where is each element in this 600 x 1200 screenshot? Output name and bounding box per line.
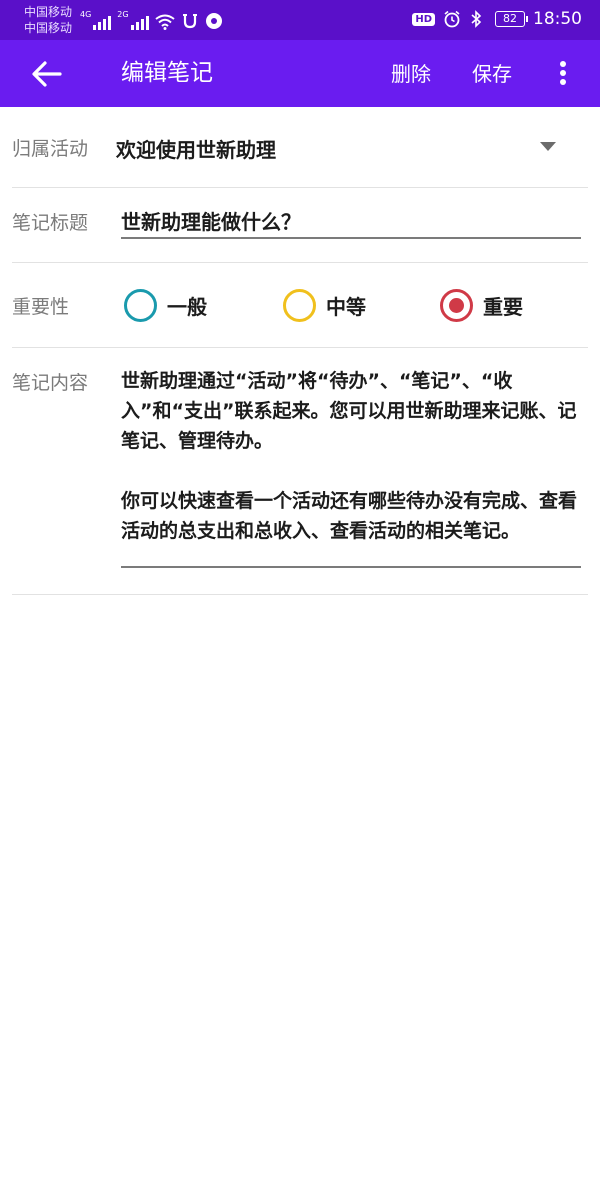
alarm-icon — [443, 10, 461, 28]
radio-circle-icon — [124, 288, 157, 322]
network-type-1: 4G — [80, 10, 92, 19]
hd-badge: HD — [412, 12, 435, 26]
activity-label: 归属活动 — [12, 138, 89, 160]
page-title: 编辑笔记 — [121, 60, 213, 86]
divider — [12, 347, 588, 348]
flower-app-icon — [205, 12, 223, 30]
carrier-info: 中国移动 中国移动 — [24, 4, 72, 36]
divider — [12, 187, 588, 188]
signal-2-icon — [130, 14, 149, 30]
divider — [12, 594, 588, 595]
clock: 18:50 — [533, 9, 582, 29]
radio-label: 中等 — [326, 294, 366, 319]
importance-label: 重要性 — [12, 296, 70, 318]
status-bar: 中国移动 中国移动 4G 2G HD 82 18:50 — [0, 0, 600, 40]
network-type-2: 2G — [117, 10, 129, 19]
app-bar: 编辑笔记 删除 保存 — [0, 40, 600, 107]
battery-icon: 82 — [495, 11, 528, 27]
carrier-1-label: 中国移动 — [24, 5, 73, 19]
save-button[interactable]: 保存 — [472, 61, 512, 87]
radio-label: 重要 — [483, 294, 523, 319]
radio-selected-icon — [440, 288, 473, 322]
status-right: HD 82 18:50 — [412, 9, 582, 29]
note-title-label: 笔记标题 — [12, 212, 89, 234]
note-content-label: 笔记内容 — [12, 372, 89, 394]
more-options-icon[interactable] — [556, 59, 570, 89]
radio-label: 一般 — [167, 294, 207, 319]
back-arrow-icon[interactable] — [30, 58, 64, 90]
notification-app-icon — [181, 12, 199, 30]
delete-button[interactable]: 删除 — [391, 61, 431, 87]
bluetooth-icon — [469, 10, 487, 28]
carrier-2-label: 中国移动 — [24, 21, 73, 35]
note-content-input[interactable]: 世新助理通过“活动”将“待办”、“笔记”、“收入”和“支出”联系起来。您可以用世… — [121, 366, 583, 546]
importance-radio-medium[interactable]: 中等 — [283, 287, 366, 323]
signal-icons: 4G 2G — [80, 10, 223, 30]
content-underline — [121, 566, 581, 568]
radio-circle-icon — [283, 288, 316, 322]
dropdown-arrow-icon[interactable] — [540, 142, 556, 151]
signal-1-icon — [93, 14, 112, 30]
activity-select[interactable]: 欢迎使用世新助理 — [116, 134, 276, 163]
importance-radio-normal[interactable]: 一般 — [124, 287, 207, 323]
note-title-input[interactable] — [121, 203, 581, 239]
divider — [12, 262, 588, 263]
importance-radio-important[interactable]: 重要 — [440, 287, 523, 323]
wifi-icon — [154, 14, 175, 30]
